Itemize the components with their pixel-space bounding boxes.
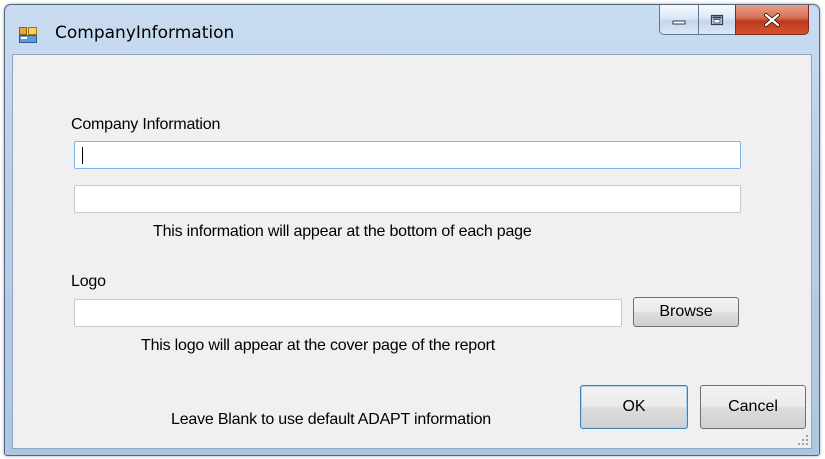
- cancel-button[interactable]: Cancel: [700, 385, 806, 429]
- logo-label: Logo: [71, 273, 106, 290]
- window-title: CompanyInformation: [55, 23, 235, 43]
- form-window-icon: [19, 27, 37, 43]
- logo-path-input[interactable]: [74, 299, 622, 327]
- resize-grip-icon[interactable]: [797, 434, 809, 446]
- minimize-button[interactable]: [659, 5, 699, 35]
- company-line1-input[interactable]: [74, 141, 741, 169]
- browse-button[interactable]: Browse: [633, 297, 739, 327]
- close-button[interactable]: [735, 5, 809, 35]
- default-info-note: Leave Blank to use default ADAPT informa…: [171, 411, 491, 428]
- close-icon: [764, 12, 780, 27]
- logo-hint: This logo will appear at the cover page …: [141, 337, 496, 354]
- maximize-button[interactable]: [698, 5, 736, 35]
- title-bar[interactable]: CompanyInformation: [5, 5, 819, 55]
- ok-button[interactable]: OK: [580, 385, 688, 429]
- text-caret: [82, 147, 83, 164]
- company-information-label: Company Information: [71, 116, 221, 133]
- dialog-body: Company Information This information wil…: [12, 54, 812, 449]
- maximize-icon: [710, 14, 724, 25]
- company-information-hint: This information will appear at the bott…: [153, 223, 532, 240]
- minimize-icon: [672, 20, 686, 24]
- company-line2-input[interactable]: [74, 185, 741, 213]
- company-information-window: CompanyInformation Company Information T…: [4, 4, 820, 456]
